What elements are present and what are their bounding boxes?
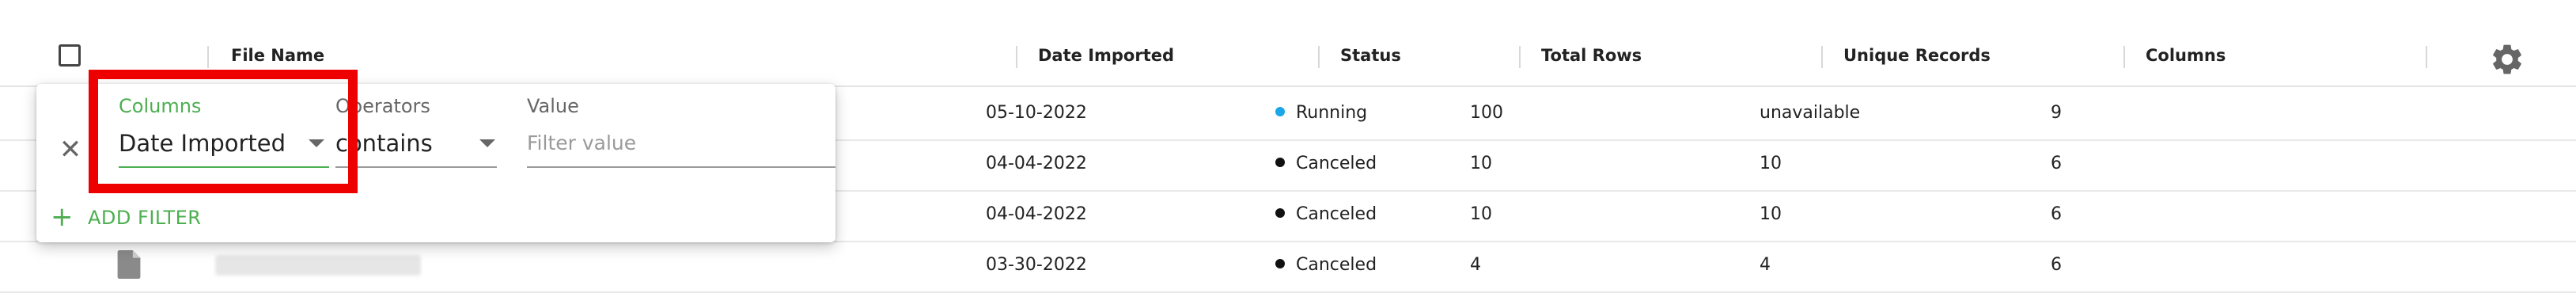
columns-select-value[interactable]: Date Imported — [119, 130, 286, 157]
gear-icon[interactable] — [2489, 41, 2525, 78]
status-text: Canceled — [1296, 204, 1377, 224]
select-all-checkbox[interactable] — [59, 44, 81, 67]
cell-columns: 6 — [2051, 204, 2062, 224]
cell-status: Running — [1275, 103, 1367, 123]
cell-date-imported: 05-10-2022 — [986, 103, 1087, 123]
cell-unique-records: 10 — [1760, 204, 1782, 224]
column-divider[interactable] — [1016, 46, 1017, 68]
header-file-name[interactable]: File Name — [231, 46, 324, 65]
file-icon — [117, 250, 141, 279]
column-divider[interactable] — [207, 46, 209, 68]
table-header: File Name Date Imported Status Total Row… — [0, 0, 2576, 87]
column-divider[interactable] — [2426, 46, 2427, 68]
column-divider[interactable] — [1519, 46, 1521, 68]
operators-label: Operators — [335, 95, 430, 117]
column-divider[interactable] — [1821, 46, 1823, 68]
operators-select-value[interactable]: contains — [335, 130, 433, 157]
status-dot — [1275, 158, 1285, 167]
filter-panel: ✕ Columns Date Imported Operators contai… — [36, 84, 835, 242]
header-unique-records[interactable]: Unique Records — [1843, 46, 1991, 65]
cell-columns: 9 — [2051, 103, 2062, 123]
plus-icon: + — [51, 201, 74, 233]
value-input[interactable]: Filter value — [527, 131, 636, 154]
cell-date-imported: 04-04-2022 — [986, 204, 1087, 224]
cell-date-imported: 04-04-2022 — [986, 154, 1087, 173]
columns-underline — [119, 166, 329, 168]
cell-columns: 6 — [2051, 255, 2062, 275]
table-row[interactable]: 03-30-2022 Canceled 4 4 6 — [0, 241, 2576, 293]
cell-status: Canceled — [1275, 154, 1377, 173]
header-date-imported[interactable]: Date Imported — [1038, 46, 1174, 65]
cell-total-rows: 10 — [1470, 204, 1492, 224]
close-icon[interactable]: ✕ — [55, 135, 85, 165]
value-underline — [527, 166, 835, 168]
cell-unique-records: 4 — [1760, 255, 1771, 275]
cell-unique-records: unavailable — [1760, 103, 1861, 123]
cell-status: Canceled — [1275, 204, 1377, 224]
chevron-down-icon[interactable] — [479, 139, 495, 147]
cell-status: Canceled — [1275, 255, 1377, 275]
column-divider[interactable] — [2123, 46, 2125, 68]
status-dot — [1275, 259, 1285, 268]
column-divider[interactable] — [1318, 46, 1320, 68]
status-dot — [1275, 208, 1285, 218]
header-status[interactable]: Status — [1340, 46, 1401, 65]
status-text: Canceled — [1296, 255, 1377, 275]
cell-total-rows: 100 — [1470, 103, 1503, 123]
cell-unique-records: 10 — [1760, 154, 1782, 173]
cell-total-rows: 10 — [1470, 154, 1492, 173]
file-name-redacted — [215, 255, 421, 276]
cell-columns: 6 — [2051, 154, 2062, 173]
add-filter-label: ADD FILTER — [88, 207, 202, 229]
add-filter-button[interactable]: + ADD FILTER — [51, 201, 202, 234]
columns-label: Columns — [119, 95, 202, 117]
chevron-down-icon[interactable] — [309, 139, 324, 147]
header-total-rows[interactable]: Total Rows — [1541, 46, 1642, 65]
cell-date-imported: 03-30-2022 — [986, 255, 1087, 275]
cell-total-rows: 4 — [1470, 255, 1481, 275]
status-text: Canceled — [1296, 154, 1377, 173]
header-columns[interactable]: Columns — [2146, 46, 2226, 65]
value-label: Value — [527, 95, 579, 117]
status-dot — [1275, 107, 1285, 116]
status-text: Running — [1296, 103, 1368, 123]
operators-underline — [335, 166, 497, 168]
